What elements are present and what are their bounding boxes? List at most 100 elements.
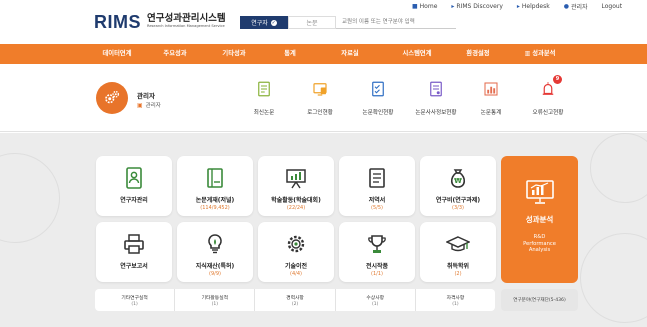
top-link-helpdesk[interactable]: ▸ Helpdesk bbox=[517, 3, 550, 10]
card-count: (9/9) bbox=[209, 271, 221, 277]
top-link-logout[interactable]: Logout bbox=[602, 3, 623, 10]
quick-link-error-report[interactable]: 9 오류신고현황 bbox=[518, 75, 578, 116]
report-icon bbox=[430, 81, 442, 97]
top-link-rims-discovery-label: RIMS Discovery bbox=[456, 3, 503, 10]
search-toggle-paper[interactable]: 논문 bbox=[288, 16, 336, 29]
chart-icon: ▥ bbox=[524, 50, 531, 57]
checklist-icon bbox=[372, 81, 384, 97]
error-count-badge: 9 bbox=[553, 75, 562, 84]
quick-link-label: 최신논문 bbox=[253, 110, 275, 116]
admin-name: 관리자 bbox=[137, 92, 155, 100]
card-exhibition[interactable]: 전시작품 (1/1) bbox=[339, 222, 415, 282]
bottom-item-label: 기타연구실적 bbox=[121, 295, 148, 301]
nav-item-other-results[interactable]: 기타성과 bbox=[222, 44, 245, 64]
arrow-icon: ▸ bbox=[451, 3, 455, 10]
researcher-icon bbox=[126, 167, 142, 189]
printer-icon bbox=[124, 234, 144, 254]
card-label: 기술이전 bbox=[284, 263, 308, 270]
arrow-icon: ▸ bbox=[516, 3, 520, 10]
card-label: 연구보고서 bbox=[120, 263, 148, 270]
admin-role: ▣ 관리자 bbox=[137, 101, 161, 110]
gear-icon bbox=[287, 235, 305, 253]
nav-item-data-link[interactable]: 데이터연계 bbox=[103, 44, 132, 64]
background-decoration bbox=[0, 153, 60, 243]
bottom-item-count: (2) bbox=[291, 301, 299, 307]
card-count: (5/5) bbox=[371, 205, 383, 211]
quick-link-latest-papers[interactable]: 최신논문 bbox=[234, 80, 294, 116]
bottom-item-other-research[interactable]: 기타연구실적 (1) bbox=[95, 289, 176, 311]
search-input[interactable] bbox=[336, 16, 456, 29]
quick-link-acknowledgement[interactable]: 논문사사정보현황 bbox=[406, 80, 466, 116]
card-count: (3/3) bbox=[452, 205, 464, 211]
top-link-admin-label: 관리자 bbox=[570, 4, 588, 11]
top-link-rims-discovery[interactable]: ▸ RIMS Discovery bbox=[451, 3, 503, 10]
analytics-icon bbox=[525, 180, 554, 204]
logo-title: 연구성과관리시스템 bbox=[147, 13, 226, 24]
card-journal[interactable]: 논문게재(저널) (114/9,452) bbox=[177, 156, 253, 216]
card-academic-activity[interactable]: 학술활동(학술대회) (22/24) bbox=[258, 156, 334, 216]
svg-text:₩: ₩ bbox=[454, 177, 462, 185]
quick-link-paper-stats[interactable]: 논문통계 bbox=[461, 80, 521, 116]
nav-item-library[interactable]: 자료실 bbox=[341, 44, 358, 64]
bottom-item-count: (1) bbox=[131, 301, 138, 307]
lightbulb-icon bbox=[208, 234, 222, 254]
bar-chart-icon bbox=[484, 82, 498, 96]
card-count: (1/1) bbox=[371, 271, 383, 277]
bottom-item-count: (1) bbox=[372, 301, 379, 307]
quick-link-label: 로그인현황 bbox=[307, 110, 333, 116]
quick-link-login-status[interactable]: 로그인현황 bbox=[290, 80, 350, 116]
nav-item-settings[interactable]: 환경설정 bbox=[466, 44, 489, 64]
main-nav: 데이터연계 주요성과 기타성과 통계 자료실 시스템연계 환경설정 ▥ 성과분석 bbox=[0, 44, 647, 64]
card-label: 지식재산(특허) bbox=[195, 263, 235, 270]
bottom-item-count: (1) bbox=[211, 301, 218, 307]
card-count: (22/24) bbox=[286, 205, 306, 211]
card-label: 연구자관리 bbox=[120, 197, 148, 204]
logo-mark: RIMS bbox=[94, 12, 141, 32]
feature-title: 성과분석 bbox=[525, 215, 554, 224]
nav-item-system-link[interactable]: 시스템연계 bbox=[403, 44, 432, 64]
card-research-funding[interactable]: ₩ 연구비(연구과제) (3/3) bbox=[420, 156, 496, 216]
logo[interactable]: RIMS 연구성과관리시스템 Research Information Mana… bbox=[94, 13, 226, 31]
quick-link-label: 논문확인현황 bbox=[362, 110, 394, 116]
performance-analysis-card[interactable]: 성과분석 R&D Performance Analysis bbox=[501, 156, 578, 283]
background-decoration bbox=[580, 233, 647, 323]
bottom-item-career[interactable]: 경력사항 (2) bbox=[255, 289, 336, 311]
research-field-button[interactable]: 연구분야(연구재단(5-436) bbox=[501, 289, 578, 311]
quick-link-label: 오류신고현황 bbox=[532, 110, 564, 116]
bottom-item-label: 경력사항 bbox=[286, 295, 304, 301]
logo-subtitle: Research Information Management Service bbox=[147, 24, 225, 28]
quick-link-label: 논문통계 bbox=[480, 110, 502, 116]
card-research-report[interactable]: 연구보고서 bbox=[96, 222, 172, 282]
card-researcher-management[interactable]: 연구자관리 bbox=[96, 156, 172, 216]
card-intellectual-property[interactable]: 지식재산(특허) (9/9) bbox=[177, 222, 253, 282]
card-tech-transfer[interactable]: 기술이전 (4/4) bbox=[258, 222, 334, 282]
card-label: 학술활동(학술대회) bbox=[271, 197, 321, 204]
money-bag-icon: ₩ bbox=[450, 169, 466, 188]
card-degree[interactable]: 취득학위 (2) bbox=[420, 222, 496, 282]
bottom-item-count: (1) bbox=[452, 301, 459, 307]
gears-icon bbox=[105, 90, 120, 104]
check-icon: ✓ bbox=[270, 19, 277, 26]
search-toggle-researcher[interactable]: 연구자 ✓ bbox=[240, 16, 288, 29]
bottom-item-label: 수상사항 bbox=[366, 295, 385, 301]
card-label: 논문게재(저널) bbox=[195, 197, 235, 204]
nav-item-statistics[interactable]: 통계 bbox=[284, 44, 296, 64]
nav-item-major-results[interactable]: 주요성과 bbox=[163, 44, 186, 64]
card-label: 저역서 bbox=[368, 197, 386, 204]
nav-item-analysis-label: 성과분석 bbox=[532, 50, 556, 57]
bottom-item-certificates[interactable]: 자격사항 (1) bbox=[416, 289, 495, 311]
top-link-admin[interactable]: ● 관리자 bbox=[564, 2, 588, 11]
card-label: 연구비(연구과제) bbox=[435, 197, 481, 204]
card-count: (4/4) bbox=[290, 271, 302, 277]
user-icon: ● bbox=[563, 3, 569, 10]
bottom-item-other-activities[interactable]: 기타활동실적 (1) bbox=[175, 289, 256, 311]
nav-item-analysis[interactable]: ▥ 성과분석 bbox=[525, 44, 556, 64]
top-link-home[interactable]: ■ Home bbox=[412, 3, 437, 10]
bottom-item-awards[interactable]: 수상사항 (1) bbox=[336, 289, 416, 311]
graduation-cap-icon bbox=[446, 236, 470, 252]
search-toggle-researcher-label: 연구자 bbox=[251, 20, 268, 27]
card-books[interactable]: 저역서 (5/5) bbox=[339, 156, 415, 216]
login-icon bbox=[313, 83, 327, 96]
quick-link-paper-check[interactable]: 논문확인현황 bbox=[348, 80, 408, 116]
admin-role-label: 관리자 bbox=[145, 103, 161, 109]
